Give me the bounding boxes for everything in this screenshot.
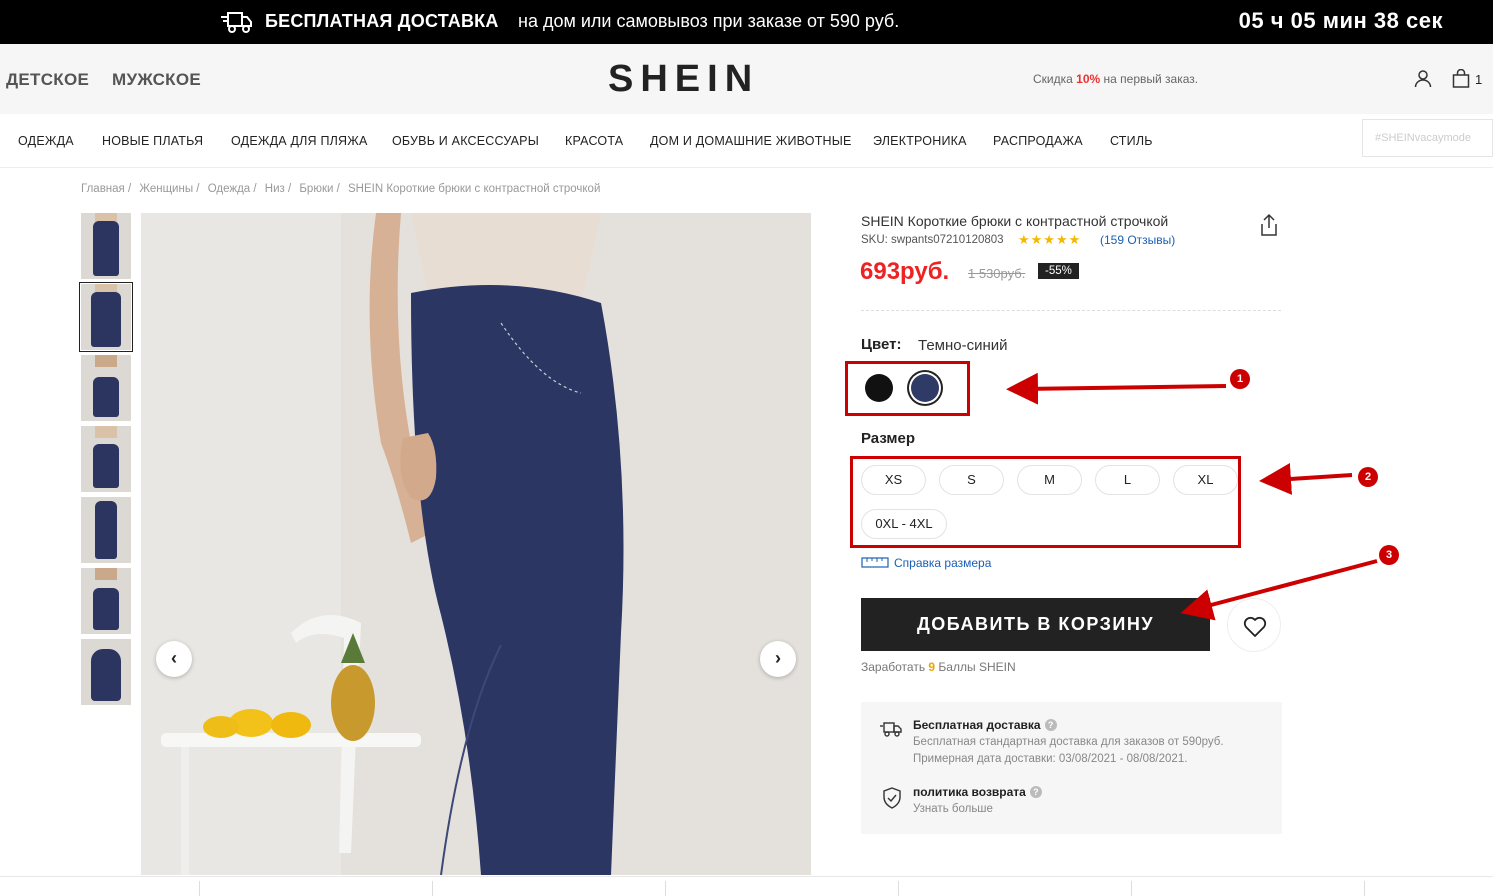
countdown-timer: 05 ч 05 мин 38 сек xyxy=(1238,8,1443,33)
nav-style[interactable]: СТИЛЬ xyxy=(1110,134,1153,148)
share-icon[interactable] xyxy=(1259,213,1279,237)
category-kids[interactable]: ДЕТСКОЕ xyxy=(6,70,89,90)
nav-electronics[interactable]: ЭЛЕКТРОНИКА xyxy=(873,134,967,148)
rating-stars: ★★★★★ xyxy=(1018,232,1082,247)
breadcrumb-current: SHEIN Короткие брюки с контрастной строч… xyxy=(348,183,601,195)
breadcrumb-women[interactable]: Женщины / xyxy=(139,183,199,195)
gallery-thumbnail[interactable] xyxy=(81,426,131,492)
cart-count: 1 xyxy=(1475,72,1483,87)
add-to-cart-button[interactable]: ДОБАВИТЬ В КОРЗИНУ xyxy=(861,598,1210,651)
gallery-thumbnail[interactable] xyxy=(81,568,131,634)
free-shipping-line1: Бесплатная стандартная доставка для зака… xyxy=(913,736,1224,748)
shipping-text: на дом или самовывоз при заказе от 590 р… xyxy=(518,11,900,31)
breadcrumb-pants[interactable]: Брюки / xyxy=(299,183,339,195)
size-option-l[interactable]: L xyxy=(1095,465,1160,495)
breadcrumb-bottoms[interactable]: Низ / xyxy=(265,183,291,195)
annotation-badge-3: 3 xyxy=(1379,545,1399,565)
original-price: 1 530руб. xyxy=(968,266,1026,281)
discount-badge: -55% xyxy=(1038,263,1079,279)
heart-icon xyxy=(1243,616,1267,637)
return-policy-title-text: политика возврата xyxy=(913,785,1026,799)
free-shipping-title: Бесплатная доставка? xyxy=(913,718,1057,732)
shopping-bag-icon[interactable] xyxy=(1452,69,1470,88)
gallery-thumbnail[interactable] xyxy=(81,497,131,563)
reviews-link[interactable]: (159 Отзывы) xyxy=(1100,233,1175,247)
product-title: SHEIN Короткие брюки с контрастной строч… xyxy=(861,213,1169,229)
main-navigation: ОДЕЖДА НОВЫЕ ПЛАТЬЯ ОДЕЖДА ДЛЯ ПЛЯЖА ОБУ… xyxy=(0,114,1493,168)
size-option-xs[interactable]: XS xyxy=(861,465,926,495)
shein-logo[interactable]: SHEIN xyxy=(608,58,759,101)
help-icon[interactable]: ? xyxy=(1029,786,1042,798)
shield-check-icon xyxy=(883,787,901,809)
size-guide-link[interactable]: Справка размера xyxy=(894,556,991,570)
gallery-thumbnail[interactable] xyxy=(81,355,131,421)
nav-beachwear[interactable]: ОДЕЖДА ДЛЯ ПЛЯЖА xyxy=(231,134,368,148)
free-shipping-title-text: Бесплатная доставка xyxy=(913,718,1041,732)
annotation-badge-1: 1 xyxy=(1230,369,1250,389)
delivery-truck-icon xyxy=(221,12,252,33)
promo-highlight: 10% xyxy=(1076,72,1101,86)
gallery-thumbnail[interactable] xyxy=(81,639,131,705)
size-option-xl[interactable]: XL xyxy=(1173,465,1238,495)
color-value: Темно-синий xyxy=(918,337,1008,354)
nav-sale[interactable]: РАСПРОДАЖА xyxy=(993,134,1083,148)
nav-shoes-accessories[interactable]: ОБУВЬ И АКСЕССУАРЫ xyxy=(392,134,539,148)
product-photo-illustration xyxy=(141,213,811,875)
color-swatch-black[interactable] xyxy=(865,374,893,402)
shipping-returns-box: Бесплатная доставка? Бесплатная стандарт… xyxy=(861,702,1282,834)
annotation-badge-2: 2 xyxy=(1358,467,1378,487)
sale-price: 693руб. xyxy=(860,258,950,285)
promo-prefix: Скидка xyxy=(1033,72,1077,86)
nav-beauty[interactable]: КРАСОТА xyxy=(565,134,623,148)
learn-more-link[interactable]: Узнать больше xyxy=(913,803,993,815)
size-label: Размер xyxy=(861,430,916,447)
product-sku: SKU: swpants07210120803 xyxy=(861,234,1004,246)
size-option-0xl-4xl[interactable]: 0XL - 4XL xyxy=(861,509,947,539)
wishlist-button[interactable] xyxy=(1227,598,1281,652)
breadcrumb-home[interactable]: Главная / xyxy=(81,183,131,195)
gallery-prev-button[interactable]: ‹ xyxy=(156,641,192,677)
hashtag-search-box[interactable]: #SHEINvacaymode xyxy=(1362,119,1493,157)
user-icon[interactable] xyxy=(1414,70,1432,88)
first-order-promo: Скидка 10% на первый заказ. xyxy=(1033,72,1198,86)
delivery-date-line: Примерная дата доставки: 03/08/2021 - 08… xyxy=(913,753,1188,765)
color-swatch-navy[interactable] xyxy=(911,374,939,402)
size-option-m[interactable]: M xyxy=(1017,465,1082,495)
bottom-strip xyxy=(0,876,1493,896)
nav-home-pets[interactable]: ДОМ И ДОМАШНИЕ ЖИВОТНЫЕ xyxy=(650,134,852,148)
points-suffix: Баллы SHEIN xyxy=(935,660,1016,674)
ruler-icon xyxy=(861,557,889,568)
help-icon[interactable]: ? xyxy=(1044,719,1057,731)
points-prefix: Заработать xyxy=(861,660,929,674)
free-shipping-banner: БЕСПЛАТНАЯ ДОСТАВКА на дом или самовывоз… xyxy=(0,0,1493,44)
promo-suffix: на первый заказ. xyxy=(1100,72,1199,86)
breadcrumb: Главная / Женщины / Одежда / Низ / Брюки… xyxy=(81,183,605,195)
return-policy-title: политика возврата? xyxy=(913,785,1042,799)
breadcrumb-clothing[interactable]: Одежда / xyxy=(208,183,257,195)
shipping-truck-icon xyxy=(880,722,902,737)
gallery-next-button[interactable]: › xyxy=(760,641,796,677)
site-header: ДЕТСКОЕ МУЖСКОЕ SHEIN Скидка 10% на перв… xyxy=(0,44,1493,114)
category-men[interactable]: МУЖСКОЕ xyxy=(112,70,201,90)
nav-new-dresses[interactable]: НОВЫЕ ПЛАТЬЯ xyxy=(102,134,203,148)
divider xyxy=(861,310,1281,311)
shipping-title: БЕСПЛАТНАЯ ДОСТАВКА xyxy=(265,11,499,31)
gallery-thumbnail-selected[interactable] xyxy=(79,282,133,352)
nav-clothing[interactable]: ОДЕЖДА xyxy=(18,134,74,148)
product-main-image: ‹ › xyxy=(141,213,811,875)
color-label: Цвет: xyxy=(861,336,902,353)
size-option-s[interactable]: S xyxy=(939,465,1004,495)
points-earn-text: Заработать 9 Баллы SHEIN xyxy=(861,660,1016,674)
annotation-highlight-color xyxy=(845,361,970,416)
gallery-thumbnail[interactable] xyxy=(81,213,131,279)
